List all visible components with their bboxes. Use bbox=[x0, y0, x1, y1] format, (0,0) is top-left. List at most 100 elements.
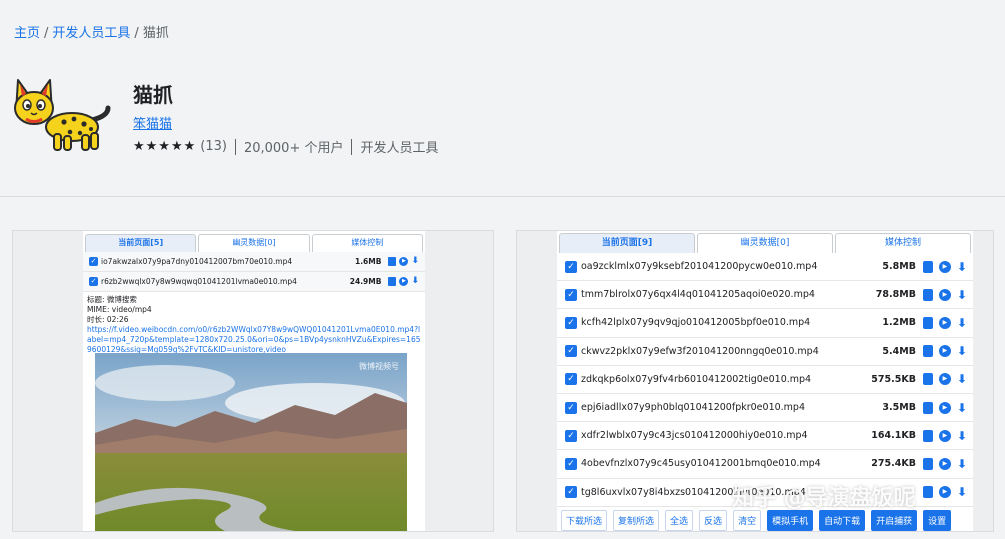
media-list: ✓ oa9zcklmlx07y9ksebf201041200pycw0e010.m… bbox=[557, 253, 973, 507]
screenshot-left[interactable]: 当前页面[5] 幽灵数据[0] 媒体控制 ✓ io7akwzalx07y9pa7… bbox=[12, 230, 494, 532]
download-icon[interactable]: ⬇ bbox=[957, 458, 967, 470]
user-count: 20,000+ 个用户 bbox=[243, 141, 344, 156]
copy-icon[interactable] bbox=[922, 401, 933, 414]
tab-media-control[interactable]: 媒体控制 bbox=[311, 234, 423, 252]
download-icon[interactable]: ⬇ bbox=[411, 257, 419, 266]
check-icon[interactable]: ✓ bbox=[565, 288, 577, 301]
play-icon[interactable]: ▶ bbox=[399, 277, 409, 286]
download-icon[interactable]: ⬇ bbox=[957, 486, 967, 498]
media-url[interactable]: https://f.video.weibocdn.com/o0/r6zb2WWq… bbox=[87, 325, 421, 355]
media-filename[interactable]: xdfr2lwblx07y9c43jcs010412000hiy0e010.mp… bbox=[581, 430, 871, 441]
media-row[interactable]: ✓ tmm7blrolx07y6qx4l4q01041205aqoi0e020.m… bbox=[557, 281, 973, 310]
copy-selected-button[interactable]: 复制所选 bbox=[613, 509, 660, 531]
media-size: 575.5KB bbox=[871, 373, 916, 385]
copy-icon[interactable] bbox=[922, 486, 933, 499]
media-filename[interactable]: tmm7blrolx07y6qx4l4q01041205aqoi0e020.mp… bbox=[581, 289, 876, 300]
check-icon[interactable]: ✓ bbox=[565, 401, 577, 414]
media-filename[interactable]: kcfh42lplx07y9qv9qjo010412005bpf0e010.mp… bbox=[581, 317, 882, 328]
media-size: 164.1KB bbox=[871, 430, 916, 442]
download-icon[interactable]: ⬇ bbox=[957, 373, 967, 385]
author-link[interactable]: 笨猫猫 bbox=[133, 113, 172, 132]
copy-icon[interactable] bbox=[388, 257, 397, 266]
download-icon[interactable]: ⬇ bbox=[957, 289, 967, 301]
mobile-emulation-button[interactable]: 模拟手机 bbox=[767, 509, 814, 531]
overlay-watermark: 知乎 @导演盘饭呢 bbox=[732, 486, 916, 511]
tab-current-page[interactable]: 当前页面[9] bbox=[559, 233, 695, 253]
tab-ghost-data[interactable]: 幽灵数据[0] bbox=[697, 233, 833, 253]
play-icon[interactable]: ▶ bbox=[399, 257, 409, 266]
media-filename[interactable]: oa9zcklmlx07y9ksebf201041200pycw0e010.mp… bbox=[581, 261, 882, 272]
check-icon[interactable]: ✓ bbox=[89, 257, 98, 266]
media-filename[interactable]: r6zb2wwqlx07y8w9wqwq01041201lvma0e010.mp… bbox=[101, 277, 350, 286]
play-icon[interactable]: ▶ bbox=[938, 316, 951, 329]
check-icon[interactable]: ✓ bbox=[565, 345, 577, 358]
invert-selection-button[interactable]: 反选 bbox=[699, 509, 728, 531]
check-icon[interactable]: ✓ bbox=[565, 260, 577, 273]
copy-icon[interactable] bbox=[922, 316, 933, 329]
video-preview[interactable]: 微博视频号 bbox=[95, 353, 407, 531]
rating-count[interactable]: (13) bbox=[200, 139, 227, 154]
breadcrumb-home-link[interactable]: 主页 bbox=[14, 26, 40, 41]
play-icon[interactable]: ▶ bbox=[938, 401, 951, 414]
check-icon[interactable]: ✓ bbox=[565, 429, 577, 442]
media-size: 1.2MB bbox=[882, 317, 916, 329]
select-all-button[interactable]: 全选 bbox=[665, 509, 694, 531]
media-filename[interactable]: epj6iadllx07y9ph0blq01041200fpkr0e010.mp… bbox=[581, 402, 882, 413]
media-row[interactable]: ✓ r6zb2wwqlx07y8w9wqwq01041201lvma0e010.… bbox=[83, 272, 425, 292]
check-icon[interactable]: ✓ bbox=[565, 457, 577, 470]
media-row[interactable]: ✓ 4obevfnzlx07y9c45usy010412001bmq0e010.m… bbox=[557, 450, 973, 479]
copy-icon[interactable] bbox=[922, 457, 933, 470]
media-filename[interactable]: 4obevfnzlx07y9c45usy010412001bmq0e010.mp… bbox=[581, 458, 871, 469]
download-icon[interactable]: ⬇ bbox=[957, 402, 967, 414]
tab-current-page[interactable]: 当前页面[5] bbox=[85, 234, 197, 252]
play-icon[interactable]: ▶ bbox=[938, 486, 951, 499]
category-label[interactable]: 开发人员工具 bbox=[360, 137, 438, 156]
check-icon[interactable]: ✓ bbox=[565, 486, 577, 499]
media-title: 标题: 微博搜索 bbox=[87, 295, 137, 304]
media-row[interactable]: ✓ xdfr2lwblx07y9c43jcs010412000hiy0e010.m… bbox=[557, 422, 973, 451]
tab-ghost-data[interactable]: 幽灵数据[0] bbox=[198, 234, 310, 252]
media-filename[interactable]: zdkqkp6olx07y9fv4rb6010412002tig0e010.mp… bbox=[581, 374, 871, 385]
copy-icon[interactable] bbox=[922, 288, 933, 301]
play-icon[interactable]: ▶ bbox=[938, 373, 951, 386]
media-row[interactable]: ✓ ckwvz2pklx07y9efw3f201041200nngq0e010.m… bbox=[557, 338, 973, 366]
video-watermark: 微博视频号 bbox=[359, 362, 399, 371]
media-duration: 时长: 02:26 bbox=[87, 315, 129, 324]
check-icon[interactable]: ✓ bbox=[89, 277, 98, 286]
media-row[interactable]: ✓ io7akwzalx07y9pa7dny010412007bm70e010.… bbox=[83, 252, 425, 272]
copy-icon[interactable] bbox=[922, 345, 933, 358]
clear-button[interactable]: 清空 bbox=[733, 509, 762, 531]
download-selected-button[interactable]: 下载所选 bbox=[561, 509, 608, 531]
settings-button[interactable]: 设置 bbox=[923, 509, 952, 531]
download-icon[interactable]: ⬇ bbox=[411, 277, 419, 286]
copy-icon[interactable] bbox=[922, 429, 933, 442]
download-icon[interactable]: ⬇ bbox=[957, 317, 967, 329]
media-filename[interactable]: io7akwzalx07y9pa7dny010412007bm70e010.mp… bbox=[101, 257, 355, 266]
popup-tabs: 当前页面[5] 幽灵数据[0] 媒体控制 bbox=[85, 234, 423, 252]
media-size: 275.4KB bbox=[871, 458, 916, 470]
media-filename[interactable]: ckwvz2pklx07y9efw3f201041200nngq0e010.mp… bbox=[581, 346, 882, 357]
media-row[interactable]: ✓ kcfh42lplx07y9qv9qjo010412005bpf0e010.m… bbox=[557, 309, 973, 338]
play-icon[interactable]: ▶ bbox=[938, 288, 951, 301]
check-icon[interactable]: ✓ bbox=[565, 373, 577, 386]
play-icon[interactable]: ▶ bbox=[938, 345, 951, 358]
copy-icon[interactable] bbox=[922, 260, 933, 273]
auto-download-button[interactable]: 自动下载 bbox=[819, 509, 866, 531]
media-size: 78.8MB bbox=[875, 289, 916, 301]
media-row[interactable]: ✓ zdkqkp6olx07y9fv4rb6010412002tig0e010.m… bbox=[557, 366, 973, 394]
download-icon[interactable]: ⬇ bbox=[957, 430, 967, 442]
copy-icon[interactable] bbox=[922, 373, 933, 386]
tab-media-control[interactable]: 媒体控制 bbox=[835, 233, 971, 253]
start-capture-button[interactable]: 开启捕获 bbox=[871, 509, 918, 531]
copy-icon[interactable] bbox=[388, 277, 397, 286]
play-icon[interactable]: ▶ bbox=[938, 260, 951, 273]
download-icon[interactable]: ⬇ bbox=[957, 345, 967, 357]
media-row[interactable]: ✓ oa9zcklmlx07y9ksebf201041200pycw0e010.m… bbox=[557, 253, 973, 282]
download-icon[interactable]: ⬇ bbox=[957, 261, 967, 273]
play-icon[interactable]: ▶ bbox=[938, 457, 951, 470]
media-row[interactable]: ✓ epj6iadllx07y9ph0blq01041200fpkr0e010.m… bbox=[557, 394, 973, 423]
play-icon[interactable]: ▶ bbox=[938, 429, 951, 442]
breadcrumb-category-link[interactable]: 开发人员工具 bbox=[52, 26, 130, 41]
extension-meta: ★★★★★ (13) 20,000+ 个用户 开发人员工具 bbox=[133, 137, 439, 156]
check-icon[interactable]: ✓ bbox=[565, 316, 577, 329]
